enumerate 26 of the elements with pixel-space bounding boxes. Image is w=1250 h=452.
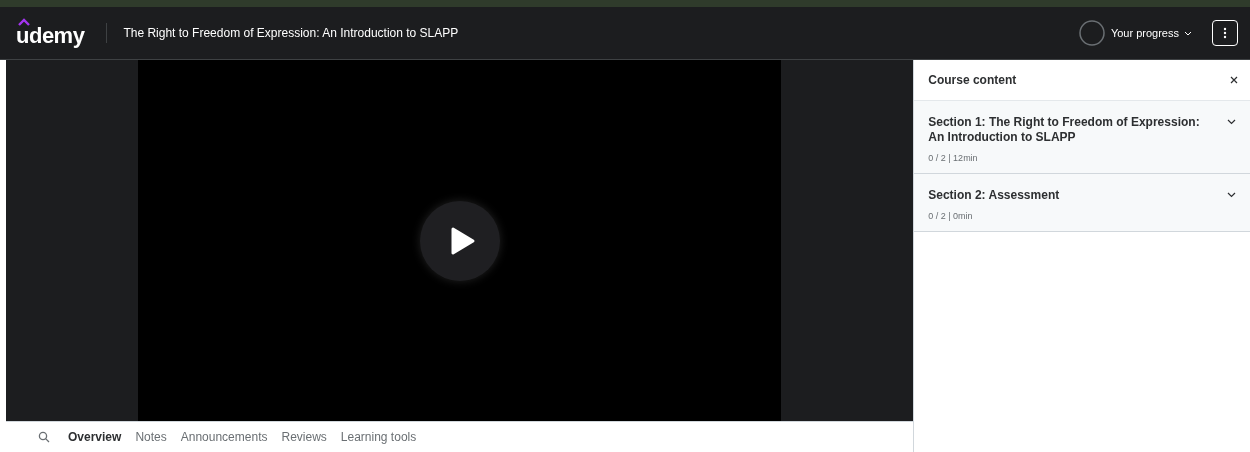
more-options-button[interactable]: [1212, 20, 1238, 46]
section-meta: 0 / 2 | 0min: [928, 211, 974, 221]
logo-hat-icon: [18, 18, 30, 26]
search-icon[interactable]: [38, 431, 50, 443]
close-icon: [1230, 76, 1238, 84]
tab[interactable]: Overview: [68, 430, 122, 444]
progress-dropdown[interactable]: Your progress: [1110, 27, 1192, 39]
vertical-dots-icon: [1223, 27, 1227, 39]
close-button[interactable]: [1228, 74, 1240, 86]
panel-title: Course content: [928, 73, 1017, 87]
section-header[interactable]: Section 2: Assessment 0 / 2 | 0min: [914, 174, 1250, 232]
course-title: The Right to Freedom of Expression: An Introduction to SLAPP: [123, 26, 459, 40]
section-meta: 0 / 2 | 12min: [928, 153, 979, 163]
section-title: Section 1: The Right to Freedom of Expression: An Introduction to SLAPP: [928, 115, 1201, 145]
progress-ring-icon: [1078, 20, 1105, 46]
section-title: Section 2: Assessment: [928, 188, 1061, 203]
tab[interactable]: Learning tools: [340, 430, 417, 444]
chevron-down-icon: [1227, 119, 1236, 125]
chevron-down-icon: [1184, 30, 1192, 36]
section-header[interactable]: Section 1: The Right to Freedom of Expression: An Introduction to SLAPP 0 / 2 | 12min: [914, 101, 1250, 174]
play-icon: [449, 225, 476, 256]
tab[interactable]: Reviews: [281, 430, 327, 444]
tab[interactable]: Announcements: [180, 430, 268, 444]
chevron-down-icon: [1227, 192, 1236, 198]
tab[interactable]: Notes: [135, 430, 167, 444]
logo[interactable]: udemy: [16, 18, 85, 48]
